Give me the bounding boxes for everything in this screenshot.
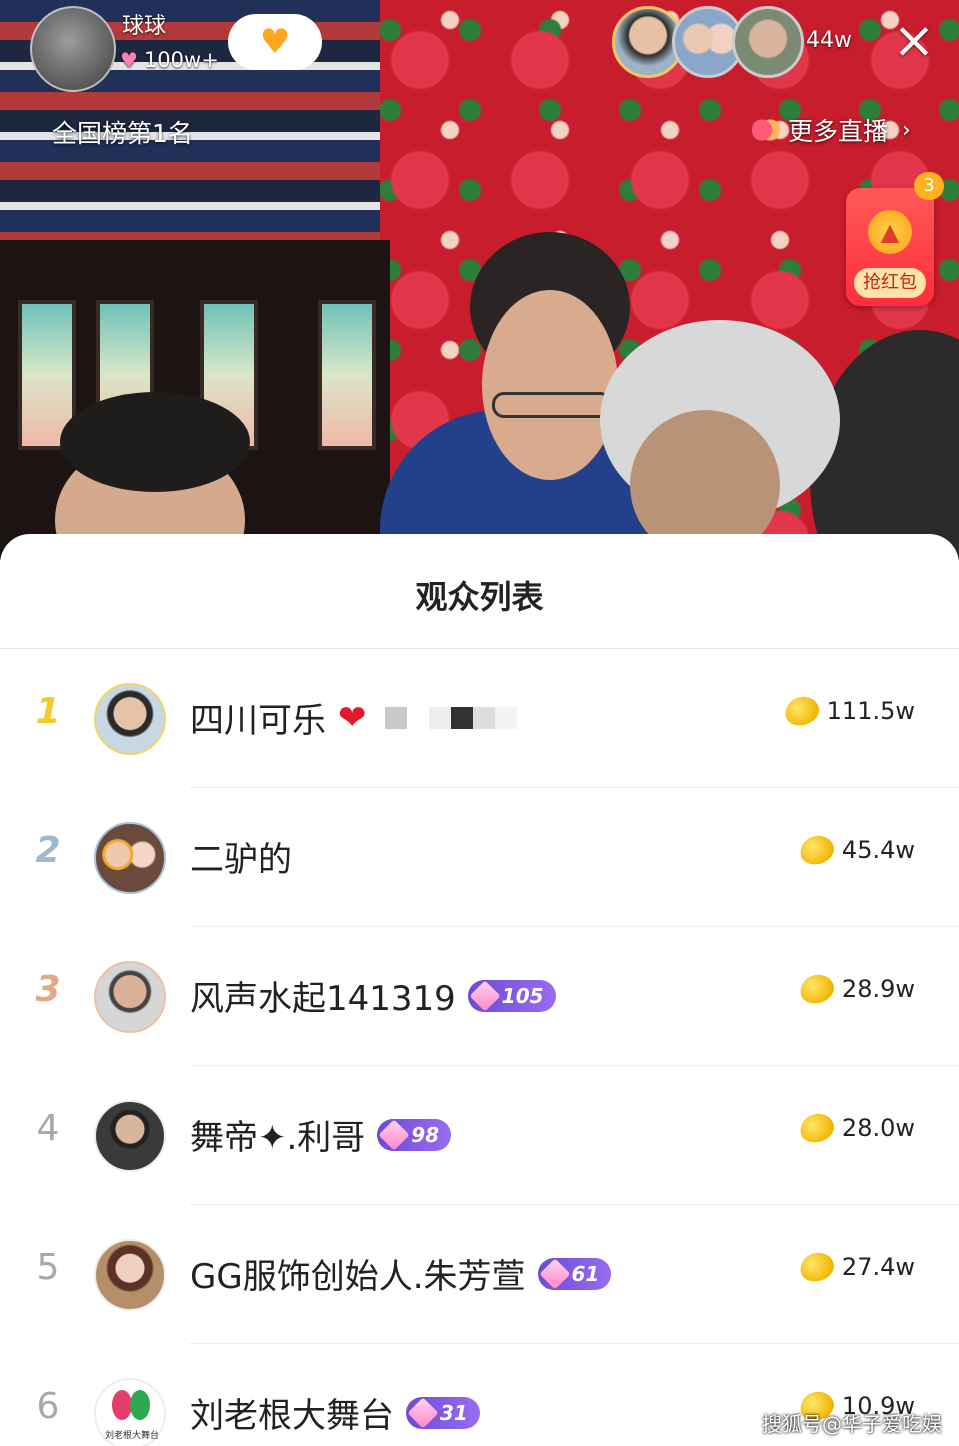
coin-amount: 45.4w: [796, 831, 915, 869]
level-badge: 105: [467, 979, 556, 1012]
winged-heart-icon: ♥: [259, 22, 291, 62]
red-packet-count-badge: 3: [914, 172, 944, 200]
viewer-name-text: 风声水起141319: [190, 979, 456, 1019]
red-packet-icon: ▲: [868, 210, 912, 254]
viewer-name: 舞帝✦.利哥 98: [190, 1110, 452, 1159]
red-packet-label: 抢红包: [854, 268, 926, 298]
gem-icon: [378, 1118, 410, 1151]
level-badge: 31: [406, 1396, 480, 1429]
rank-number: 1: [35, 691, 61, 732]
coin-value: 28.0w: [841, 1114, 915, 1142]
list-item[interactable]: 3 风声水起141319 105 28.9w: [0, 927, 959, 1066]
avatar[interactable]: [94, 1100, 166, 1172]
viewer-name: 刘老根大舞台 31: [190, 1388, 480, 1437]
mosaic-blur: [384, 706, 517, 729]
host-likes-count: 100w+: [143, 48, 219, 72]
close-icon[interactable]: ×: [890, 15, 938, 66]
level-value: 31: [440, 1400, 468, 1425]
list-item[interactable]: 5 GG服饰创始人.朱芳萱 61 27.4w: [0, 1205, 959, 1344]
level-value: 61: [571, 1261, 600, 1286]
coin-icon: [781, 692, 823, 730]
rank-number: 4: [36, 1108, 60, 1149]
viewer-name-text: 舞帝✦.利哥: [190, 1118, 366, 1158]
avatar[interactable]: [94, 961, 166, 1033]
avatar[interactable]: [94, 1239, 166, 1311]
list-item[interactable]: 4 舞帝✦.利哥 98 28.0w: [0, 1066, 959, 1205]
cabinet-panel: [318, 300, 376, 450]
level-badge: 98: [377, 1118, 452, 1151]
level-badge: 61: [537, 1257, 612, 1290]
host-avatar[interactable]: [30, 6, 116, 92]
gem-icon: [407, 1396, 439, 1429]
list-item[interactable]: 2 二驴的 45.4w: [0, 788, 959, 927]
person-woman-face: [482, 290, 618, 480]
rank-number: 6: [36, 1386, 60, 1427]
avatar[interactable]: [94, 683, 166, 755]
follow-button[interactable]: ♥: [228, 14, 322, 70]
avatar[interactable]: [732, 6, 804, 78]
coin-value: 111.5w: [826, 697, 915, 725]
avatar[interactable]: [94, 822, 166, 894]
flower-logo-icon: [112, 1390, 152, 1422]
rank-number: 5: [36, 1247, 60, 1288]
audience-list-panel: 观众列表 1 四川可乐 ❤ 111.5w 2 二驴的 45.4w 3 风声水起1…: [0, 534, 959, 1446]
top-viewer-avatars[interactable]: [612, 6, 804, 78]
coin-value: 45.4w: [841, 836, 915, 864]
viewer-name-text: 刘老根大舞台: [190, 1396, 394, 1436]
glasses: [492, 392, 612, 418]
viewer-name-text: 二驴的: [190, 840, 292, 880]
live-stream-video[interactable]: [0, 0, 959, 560]
viewer-name-text: 四川可乐: [190, 701, 326, 741]
more-live-button[interactable]: 更多直播 ›: [752, 112, 911, 148]
heart-icon: ♥: [120, 48, 138, 72]
live-icon: [752, 116, 780, 144]
gem-icon: [538, 1257, 571, 1290]
viewer-name-text: GG服饰创始人.朱芳萱: [190, 1257, 526, 1297]
coin-icon: [796, 1109, 838, 1147]
coin-value: 27.4w: [841, 1253, 915, 1281]
viewer-name: GG服饰创始人.朱芳萱 61: [190, 1249, 612, 1298]
host-name[interactable]: 球球: [122, 8, 166, 40]
coin-amount: 28.9w: [796, 970, 915, 1008]
rank-number: 3: [35, 969, 61, 1010]
person-left-hair: [60, 392, 250, 492]
level-value: 98: [411, 1122, 440, 1147]
panel-title: 观众列表: [415, 578, 544, 616]
watermark: 搜狐号@华子爱吃娱: [762, 1412, 942, 1436]
coin-icon: [796, 831, 838, 869]
chevron-right-icon: ›: [902, 117, 911, 143]
coin-amount: 28.0w: [796, 1109, 915, 1147]
heart-icon: ❤: [338, 697, 367, 738]
more-live-label: 更多直播: [788, 117, 889, 146]
list-item[interactable]: 1 四川可乐 ❤ 111.5w: [0, 649, 959, 788]
host-likes: ♥ 100w+: [120, 48, 219, 72]
level-value: 105: [501, 983, 544, 1008]
gem-icon: [469, 979, 501, 1012]
viewer-count[interactable]: 44w: [806, 28, 852, 53]
rank-text[interactable]: 全国榜第1名: [52, 114, 193, 150]
avatar[interactable]: 刘老根大舞台: [94, 1378, 166, 1446]
rank-number: 2: [35, 830, 61, 871]
coin-amount: 27.4w: [796, 1248, 915, 1286]
red-packet-button[interactable]: ▲ 抢红包: [846, 188, 934, 306]
coin-icon: [796, 970, 838, 1008]
viewer-name: 二驴的: [190, 832, 292, 881]
avatar-caption: 刘老根大舞台: [104, 1431, 159, 1441]
coin-amount: 111.5w: [781, 692, 915, 730]
coin-icon: [796, 1248, 838, 1286]
viewer-name: 风声水起141319 105: [190, 971, 556, 1020]
viewer-name: 四川可乐 ❤: [190, 693, 517, 742]
coin-value: 28.9w: [841, 975, 915, 1003]
